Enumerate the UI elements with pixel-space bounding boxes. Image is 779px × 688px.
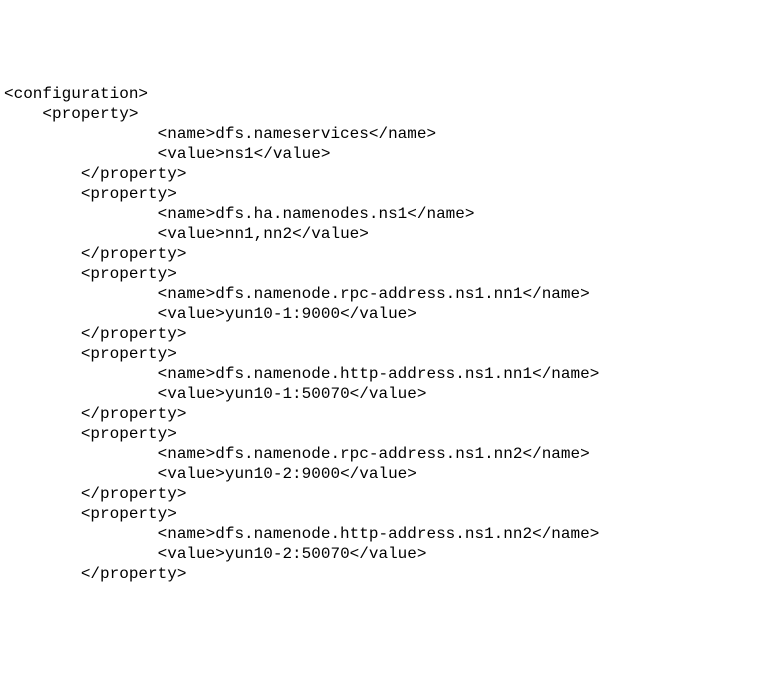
name-close: </name> — [532, 525, 599, 543]
property-close: </property> — [81, 325, 187, 343]
property-close: </property> — [81, 405, 187, 423]
property-open: <property> — [81, 345, 177, 363]
name-close: </name> — [407, 205, 474, 223]
indent — [4, 125, 158, 143]
value-close: </value> — [292, 225, 369, 243]
value-open: <value> — [158, 385, 225, 403]
property-close: </property> — [81, 165, 187, 183]
prop-name: dfs.nameservices — [215, 125, 369, 143]
prop-value: nn1,nn2 — [225, 225, 292, 243]
name-open: <name> — [158, 365, 216, 383]
property-close: </property> — [81, 245, 187, 263]
prop-value: yun10-2:50070 — [225, 545, 350, 563]
prop-name: dfs.namenode.rpc-address.ns1.nn2 — [215, 445, 522, 463]
indent — [4, 265, 81, 283]
indent — [4, 545, 158, 563]
property-close: </property> — [81, 565, 187, 583]
indent — [4, 385, 158, 403]
name-open: <name> — [158, 125, 216, 143]
prop-value: yun10-2:9000 — [225, 465, 340, 483]
prop-value: yun10-1:50070 — [225, 385, 350, 403]
prop-value: yun10-1:9000 — [225, 305, 340, 323]
indent — [4, 245, 81, 263]
property-close: </property> — [81, 485, 187, 503]
indent — [4, 405, 81, 423]
name-close: </name> — [532, 365, 599, 383]
indent — [4, 525, 158, 543]
indent — [4, 225, 158, 243]
value-close: </value> — [340, 465, 417, 483]
property-open: <property> — [81, 505, 177, 523]
indent — [4, 165, 81, 183]
value-open: <value> — [158, 465, 225, 483]
value-open: <value> — [158, 145, 225, 163]
value-close: </value> — [350, 385, 427, 403]
name-close: </name> — [522, 285, 589, 303]
property-open: <property> — [81, 185, 177, 203]
name-close: </name> — [522, 445, 589, 463]
prop-name: dfs.ha.namenodes.ns1 — [215, 205, 407, 223]
value-close: </value> — [350, 545, 427, 563]
name-open: <name> — [158, 445, 216, 463]
indent — [4, 565, 81, 583]
name-open: <name> — [158, 205, 216, 223]
prop-name: dfs.namenode.http-address.ns1.nn2 — [215, 525, 532, 543]
indent — [4, 305, 158, 323]
prop-name: dfs.namenode.http-address.ns1.nn1 — [215, 365, 532, 383]
indent — [4, 465, 158, 483]
indent — [4, 205, 158, 223]
name-close: </name> — [369, 125, 436, 143]
indent — [4, 425, 81, 443]
config-open: <configuration> — [4, 85, 148, 103]
indent — [4, 485, 81, 503]
prop-value: ns1 — [225, 145, 254, 163]
value-open: <value> — [158, 225, 225, 243]
indent — [4, 345, 81, 363]
value-close: </value> — [254, 145, 331, 163]
indent — [4, 145, 158, 163]
indent — [4, 105, 42, 123]
value-open: <value> — [158, 305, 225, 323]
indent — [4, 285, 158, 303]
property-open: <property> — [81, 265, 177, 283]
property-open: <property> — [42, 105, 138, 123]
name-open: <name> — [158, 525, 216, 543]
indent — [4, 445, 158, 463]
value-close: </value> — [340, 305, 417, 323]
xml-code-block: <configuration> <property> <name>dfs.nam… — [4, 84, 775, 584]
indent — [4, 325, 81, 343]
indent — [4, 185, 81, 203]
indent — [4, 365, 158, 383]
indent — [4, 505, 81, 523]
prop-name: dfs.namenode.rpc-address.ns1.nn1 — [215, 285, 522, 303]
name-open: <name> — [158, 285, 216, 303]
property-open: <property> — [81, 425, 177, 443]
value-open: <value> — [158, 545, 225, 563]
